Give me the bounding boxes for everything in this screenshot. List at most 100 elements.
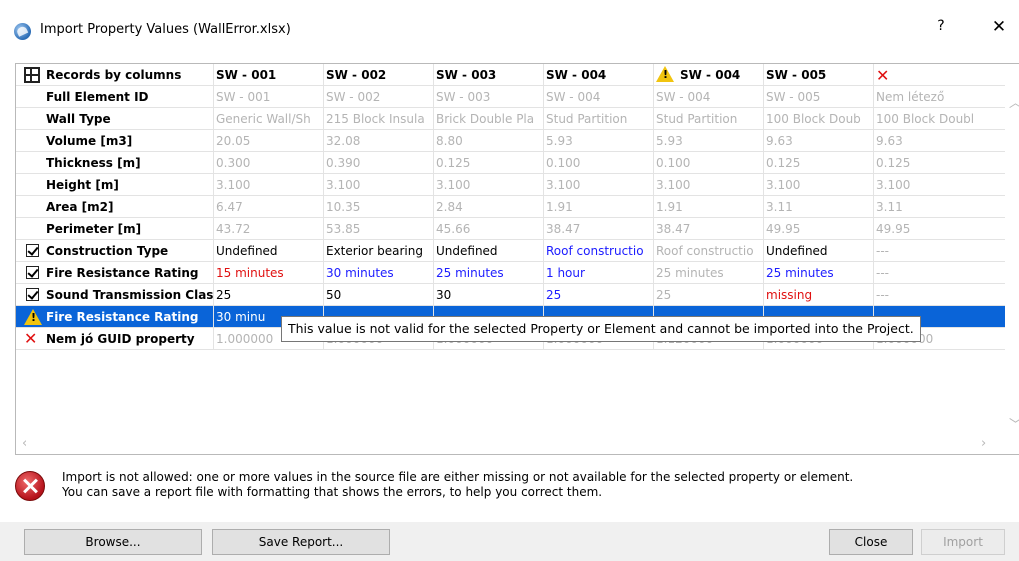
table-cell[interactable]: missing [764,284,874,306]
table-cell[interactable]: SW - 001 [214,86,324,108]
column-header[interactable]: SW - 005 [764,64,874,86]
table-cell[interactable]: 45.66 [434,218,544,240]
table-cell[interactable]: Stud Partition [544,108,654,130]
table-cell[interactable]: 3.100 [544,174,654,196]
table-cell[interactable]: 9.63 [874,130,1006,152]
table-cell[interactable]: 25 minutes [654,262,764,284]
table-cell[interactable]: SW - 004 [544,86,654,108]
column-header[interactable]: SW - 002 [324,64,434,86]
table-cell[interactable]: 43.72 [214,218,324,240]
table-cell[interactable]: 49.95 [874,218,1006,240]
table-row[interactable]: Perimeter [m] 43.72 53.85 45.66 38.47 38.47 49… [16,218,1006,240]
table-cell[interactable]: 8.80 [434,130,544,152]
table-cell[interactable]: 38.47 [544,218,654,240]
table-cell[interactable]: 1.91 [544,196,654,218]
table-cell[interactable]: 3.100 [214,174,324,196]
table-cell[interactable]: 3.100 [324,174,434,196]
scroll-down-icon[interactable]: ﹀ [1009,414,1019,433]
checkbox-checked-icon[interactable] [26,244,39,257]
table-row[interactable]: Volume [m3] 20.05 32.08 8.80 5.93 5.93 9.63 9.6… [16,130,1006,152]
table-cell[interactable]: 1.91 [654,196,764,218]
table-cell[interactable]: 0.125 [764,152,874,174]
table-row[interactable]: Construction Type Undefined Exterior beari… [16,240,1006,262]
table-cell[interactable]: 25 minutes [764,262,874,284]
table-cell[interactable]: 6.47 [214,196,324,218]
column-header[interactable]: ✕ [874,64,1006,86]
table-cell[interactable]: 38.47 [654,218,764,240]
column-header[interactable]: SW - 004 [544,64,654,86]
table-cell[interactable]: SW - 004 [654,86,764,108]
table-cell[interactable]: Exterior bearing [324,240,434,262]
table-cell[interactable]: 3.100 [654,174,764,196]
table-cell[interactable]: --- [874,240,1006,262]
table-row[interactable]: Full Element ID SW - 001 SW - 002 SW - 003 S… [16,86,1006,108]
browse-button[interactable]: Browse... [24,529,202,555]
table-cell[interactable]: 0.300 [214,152,324,174]
table-cell[interactable]: 49.95 [764,218,874,240]
table-cell[interactable]: SW - 005 [764,86,874,108]
import-button[interactable]: Import [921,529,1005,555]
table-cell[interactable]: SW - 003 [434,86,544,108]
horizontal-scrollbar[interactable]: ‹ › [16,436,1006,454]
table-cell[interactable]: Roof constructio [654,240,764,262]
table-cell[interactable]: 0.125 [874,152,1006,174]
table-cell[interactable]: 100 Block Doub [764,108,874,130]
table-cell[interactable]: 32.08 [324,130,434,152]
table-cell[interactable]: 53.85 [324,218,434,240]
table-cell[interactable]: 30 [434,284,544,306]
table-cell[interactable]: 0.390 [324,152,434,174]
table-cell[interactable]: --- [874,284,1006,306]
table-cell[interactable]: 3.100 [434,174,544,196]
table-row[interactable]: Area [m2] 6.47 10.35 2.84 1.91 1.91 3.11 3.11 [16,196,1006,218]
table-cell[interactable]: 3.100 [874,174,1006,196]
table-cell[interactable]: 0.100 [544,152,654,174]
table-cell[interactable]: 25 [654,284,764,306]
scroll-up-icon[interactable]: ︿ [1009,92,1019,111]
table-cell[interactable]: 5.93 [654,130,764,152]
table-cell[interactable]: Roof constructio [544,240,654,262]
table-cell[interactable]: Nem létező [874,86,1006,108]
table-cell[interactable]: Brick Double Pla [434,108,544,130]
column-header[interactable]: SW - 003 [434,64,544,86]
table-cell[interactable]: Stud Partition [654,108,764,130]
table-cell[interactable]: 20.05 [214,130,324,152]
table-cell[interactable]: 30 minutes [324,262,434,284]
table-row[interactable]: Fire Resistance Rating 15 minutes 30 minut… [16,262,1006,284]
table-cell[interactable]: Undefined [434,240,544,262]
table-cell[interactable]: 5.93 [544,130,654,152]
table-cell[interactable]: 0.125 [434,152,544,174]
table-cell[interactable]: 3.11 [764,196,874,218]
table-cell[interactable]: 0.100 [654,152,764,174]
column-header[interactable]: SW - 004 [654,64,764,86]
table-cell[interactable]: 9.63 [764,130,874,152]
table-cell[interactable]: 2.84 [434,196,544,218]
table-cell[interactable]: Generic Wall/Sh [214,108,324,130]
table-cell[interactable]: 25 [214,284,324,306]
scroll-left-icon[interactable]: ‹ [22,436,27,451]
table-cell[interactable]: 50 [324,284,434,306]
table-cell[interactable]: 15 minutes [214,262,324,284]
close-button[interactable]: Close [829,529,913,555]
vertical-scrollbar[interactable]: ︿ ﹀ [1005,64,1019,436]
table-row[interactable]: Sound Transmission Clas 25 50 30 25 25 missing… [16,284,1006,306]
table-cell[interactable]: 3.100 [764,174,874,196]
close-window-button[interactable]: ✕ [988,17,1010,39]
table-row[interactable]: Thickness [m] 0.300 0.390 0.125 0.100 0.100 0.… [16,152,1006,174]
table-cell[interactable]: --- [874,262,1006,284]
table-cell[interactable]: 1 hour [544,262,654,284]
table-cell[interactable]: 215 Block Insula [324,108,434,130]
checkbox-checked-icon[interactable] [26,266,39,279]
table-cell[interactable]: 25 minutes [434,262,544,284]
save-report-button[interactable]: Save Report... [212,529,390,555]
table-cell[interactable]: SW - 002 [324,86,434,108]
table-row[interactable]: Height [m] 3.100 3.100 3.100 3.100 3.100 3.100… [16,174,1006,196]
table-cell[interactable]: Undefined [214,240,324,262]
table-cell[interactable]: 10.35 [324,196,434,218]
table-cell[interactable]: 100 Block Doubl [874,108,1006,130]
checkbox-checked-icon[interactable] [26,288,39,301]
table-row[interactable]: Wall Type Generic Wall/Sh 215 Block Insula… [16,108,1006,130]
table-cell[interactable]: 25 [544,284,654,306]
scroll-right-icon[interactable]: › [981,436,986,451]
table-cell[interactable]: 3.11 [874,196,1006,218]
column-header[interactable]: SW - 001 [214,64,324,86]
